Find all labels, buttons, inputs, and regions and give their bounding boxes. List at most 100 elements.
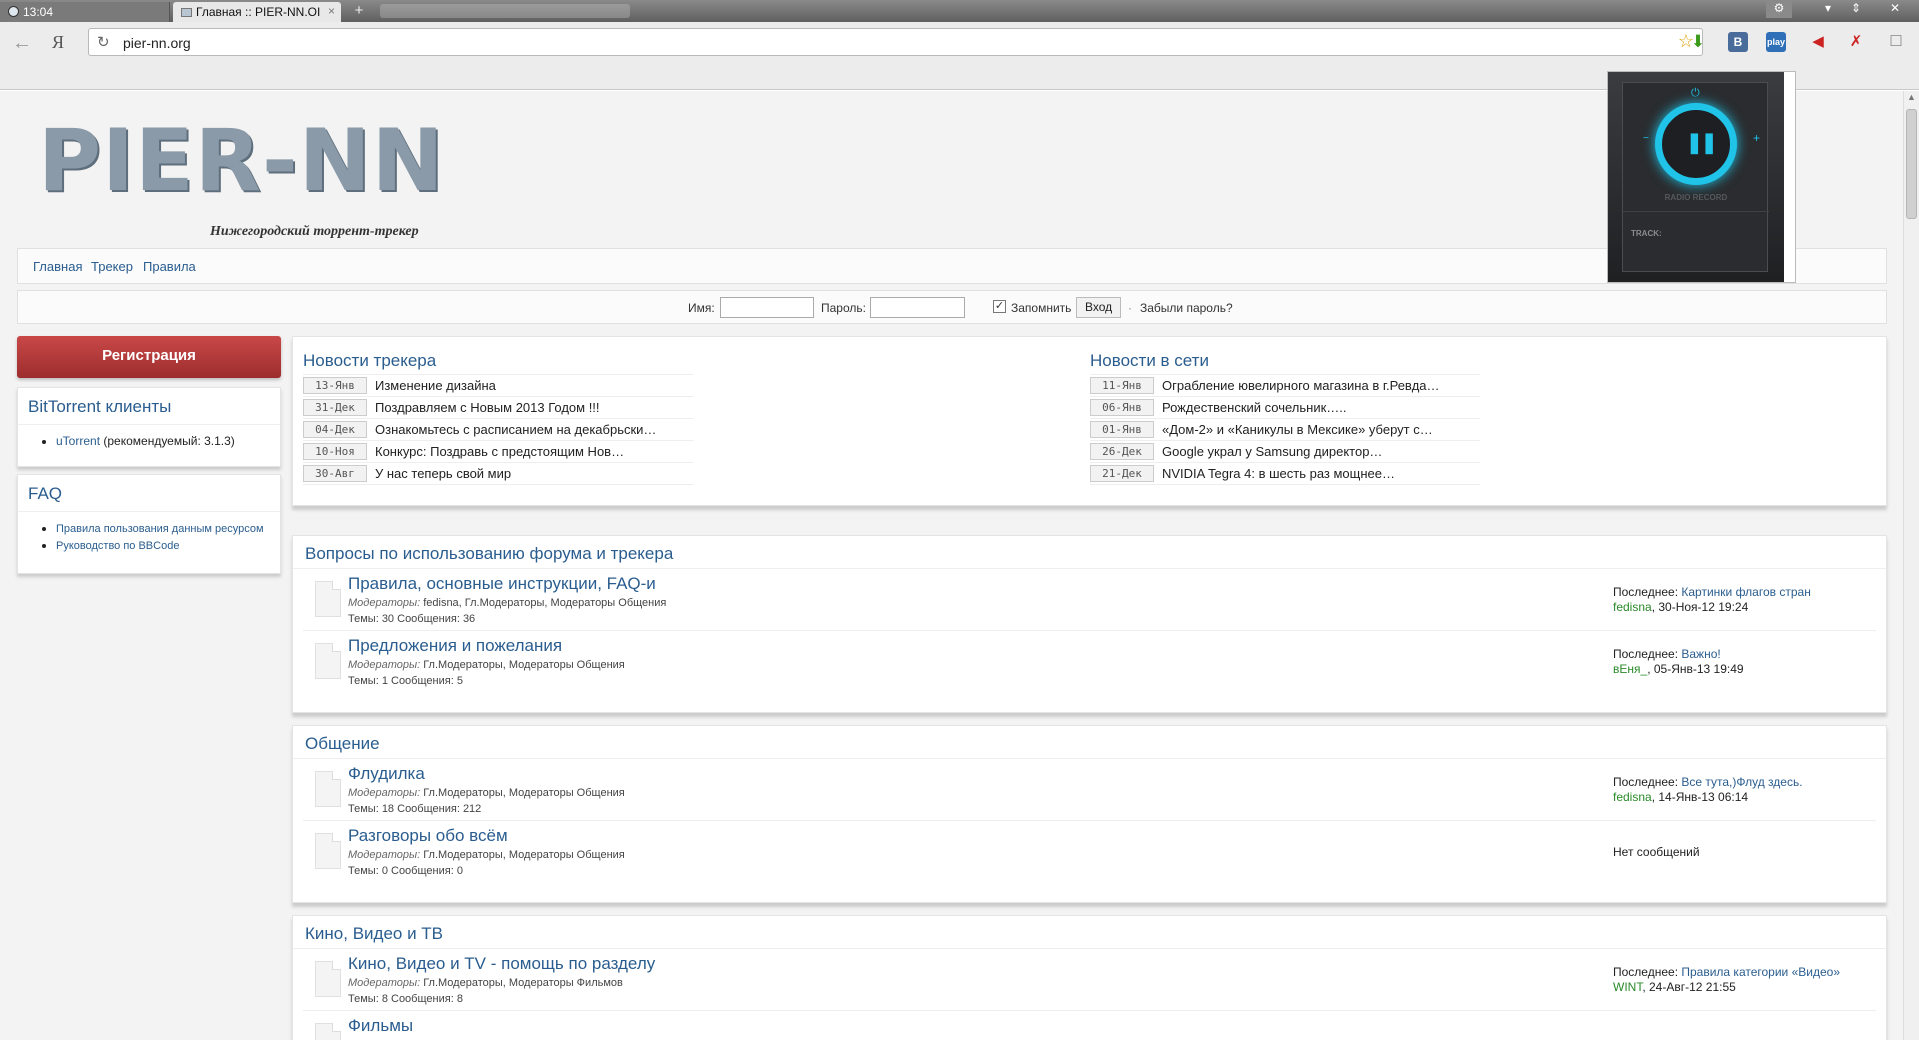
moderators-list[interactable]: Гл.Модераторы, Модераторы Общения xyxy=(423,787,625,799)
last-date: , 14-Янв-13 06:14 xyxy=(1651,790,1749,804)
list-item: Правила пользования данным ресурсом xyxy=(56,521,270,535)
moderators-list[interactable]: Гл.Модераторы, Модераторы Фильмов xyxy=(423,977,623,989)
menu-icon[interactable]: ☐ xyxy=(1886,32,1906,52)
close-window-icon[interactable]: ✕ xyxy=(1871,0,1919,18)
minimize-icon[interactable]: ▾ xyxy=(1815,0,1841,18)
news-date: 21-Дек xyxy=(1090,465,1154,482)
forum-title-link[interactable]: Флудилка xyxy=(348,764,425,784)
last-post: Последнее: Правила категории «Видео» WINT… xyxy=(1613,965,1840,995)
tab-clock[interactable]: 13:04 xyxy=(0,2,170,22)
play-pause-button[interactable]: ❚❚ xyxy=(1655,103,1737,185)
nav-tracker[interactable]: Трекер xyxy=(91,259,133,274)
back-arrow-icon[interactable]: ← xyxy=(12,32,32,55)
nav-rules[interactable]: Правила xyxy=(143,259,196,274)
radio-play-icon[interactable]: play xyxy=(1766,32,1786,52)
forgot-password-link[interactable]: Забыли пароль? xyxy=(1140,301,1233,315)
last-topic-link[interactable]: Правила категории «Видео» xyxy=(1681,965,1840,979)
news-item: 30-Авг У нас теперь свой мир xyxy=(303,463,693,485)
forum-section: Кино, Видео и ТВ Кино, Видео и TV - помощ… xyxy=(292,915,1887,1040)
forum-title-link[interactable]: Кино, Видео и TV - помощь по разделу xyxy=(348,954,655,974)
section-title[interactable]: Кино, Видео и ТВ xyxy=(293,916,1886,949)
vk-icon[interactable]: B xyxy=(1728,32,1748,52)
adblock-icon[interactable]: ✗ xyxy=(1846,32,1866,52)
reload-icon[interactable]: ↻ xyxy=(97,33,110,51)
mute-icon[interactable]: ◀ xyxy=(1808,32,1828,52)
moderators-label: Модераторы: xyxy=(348,849,421,861)
forum-document-icon xyxy=(315,581,341,617)
forum-document-icon xyxy=(315,643,341,679)
url-text[interactable]: pier-nn.org xyxy=(123,35,191,51)
news-title-link[interactable]: Google украл у Samsung директор… xyxy=(1162,443,1382,460)
news-date: 11-Янв xyxy=(1090,377,1154,394)
news-item: 21-Дек NVIDIA Tegra 4: в шесть раз мощнее… xyxy=(1090,463,1480,485)
news-title-link[interactable]: NVIDIA Tegra 4: в шесть раз мощнее… xyxy=(1162,465,1395,482)
forum-title-link[interactable]: Предложения и пожелания xyxy=(348,636,562,656)
moderators-list[interactable]: fedisna, Гл.Модераторы, Модераторы Общен… xyxy=(423,597,666,609)
last-user-link[interactable]: fedisna xyxy=(1613,600,1652,614)
forum-title-link[interactable]: Правила, основные инструкции, FAQ-и xyxy=(348,574,656,594)
password-input[interactable] xyxy=(870,297,965,318)
section-title[interactable]: Вопросы по использованию форума и трекер… xyxy=(293,536,1886,569)
news-title-link[interactable]: У нас теперь свой мир xyxy=(375,465,511,482)
last-user-link[interactable]: вЕня_ xyxy=(1613,662,1647,676)
separator-dot: · xyxy=(1128,301,1132,315)
forum-title-link[interactable]: Фильмы xyxy=(348,1016,413,1036)
register-button[interactable]: Регистрация xyxy=(17,336,281,378)
news-title-link[interactable]: Поздравляем с Новым 2013 Годом !!! xyxy=(375,399,600,416)
power-icon[interactable]: ⏻ xyxy=(1691,87,1700,100)
news-title-link[interactable]: Изменение дизайна xyxy=(375,377,496,394)
last-topic-link[interactable]: Все тута,)Флуд здесь. xyxy=(1681,775,1802,789)
faq-list: Правила пользования данным ресурсом Руко… xyxy=(18,512,280,563)
forum-stats: Темы: 8 Сообщения: 8 xyxy=(348,993,463,1005)
news-title-link[interactable]: Ограбление ювелирного магазина в г.Ревда… xyxy=(1162,377,1440,394)
new-tab-button[interactable]: + xyxy=(346,2,372,22)
nav-home[interactable]: Главная xyxy=(33,259,82,274)
tab-inactive[interactable] xyxy=(380,4,630,18)
section-title[interactable]: Общение xyxy=(293,726,1886,759)
last-user-link[interactable]: WINT xyxy=(1613,980,1642,994)
moderators-list[interactable]: Гл.Модераторы, Модераторы Общения xyxy=(423,849,625,861)
page-scrollbar[interactable]: ▲ xyxy=(1903,91,1919,1040)
volume-up-icon[interactable]: + xyxy=(1753,131,1760,145)
topics-count: 30 xyxy=(381,613,395,625)
news-title-link[interactable]: Конкурс: Поздравь с предстоящим Нов… xyxy=(375,443,624,460)
volume-down-icon[interactable]: − xyxy=(1643,133,1649,144)
site-logo[interactable]: PIER-NN Нижегородский торрент-трекер xyxy=(38,111,458,239)
settings-gear-icon[interactable]: ⚙ xyxy=(1766,0,1792,18)
restore-icon[interactable]: ⇕ xyxy=(1843,0,1869,18)
utorrent-link[interactable]: uTorrent xyxy=(56,434,100,448)
yandex-logo-icon[interactable]: Я xyxy=(52,32,64,53)
news-date: 30-Авг xyxy=(303,465,367,482)
username-input[interactable] xyxy=(720,297,814,318)
password-label: Пароль: xyxy=(821,301,866,315)
forum-title-link[interactable]: Разговоры обо всём xyxy=(348,826,508,846)
news-title-link[interactable]: Ознакомьтесь с расписанием на декабрьски… xyxy=(375,421,656,438)
last-topic-link[interactable]: Картинки флагов стран xyxy=(1681,585,1810,599)
news-title-link[interactable]: «Дом-2» и «Каникулы в Мексике» уберут с… xyxy=(1162,421,1433,438)
moderators-list[interactable]: Гл.Модераторы, Модераторы Общения xyxy=(423,659,625,671)
favicon-icon xyxy=(181,8,192,17)
close-tab-icon[interactable]: × xyxy=(328,4,335,18)
last-topic-link[interactable]: Важно! xyxy=(1681,647,1720,661)
scroll-thumb[interactable] xyxy=(1906,109,1917,219)
posts-count: 8 xyxy=(456,993,463,1005)
posts-label: Сообщения: xyxy=(394,803,463,815)
download-icon[interactable]: ⬇ xyxy=(1688,32,1708,52)
news-title-link[interactable]: Рождественский сочельник….. xyxy=(1162,399,1347,416)
last-post: Последнее: Все тута,)Флуд здесь. fedisna,… xyxy=(1613,775,1803,805)
forum-stats: Темы: 30 Сообщения: 36 xyxy=(348,613,475,625)
forum-document-icon xyxy=(315,961,341,997)
remember-checkbox[interactable]: ✓ xyxy=(993,300,1006,313)
scroll-up-icon[interactable]: ▲ xyxy=(1907,92,1916,102)
tab-active[interactable]: Главная :: PIER-NN.OI × xyxy=(173,2,341,22)
forum-moderators: Модераторы: Гл.Модераторы, Модераторы Об… xyxy=(348,849,625,861)
last-user-link[interactable]: fedisna xyxy=(1613,790,1652,804)
login-button[interactable]: Вход xyxy=(1076,297,1122,318)
news-item: 11-Янв Ограбление ювелирного магазина в г… xyxy=(1090,375,1480,397)
faq-rules-link[interactable]: Правила пользования данным ресурсом xyxy=(56,523,264,535)
moderators-label: Модераторы: xyxy=(348,597,421,609)
address-bar[interactable]: ↻ pier-nn.org ☆ xyxy=(88,28,1703,56)
news-box: Новости трекера 13-Янв Изменение дизайна 3… xyxy=(292,336,1887,506)
faq-bbcode-link[interactable]: Руководство по BBCode xyxy=(56,540,179,552)
clients-list: uTorrent (рекомендуемый: 3.1.3) xyxy=(18,425,280,459)
